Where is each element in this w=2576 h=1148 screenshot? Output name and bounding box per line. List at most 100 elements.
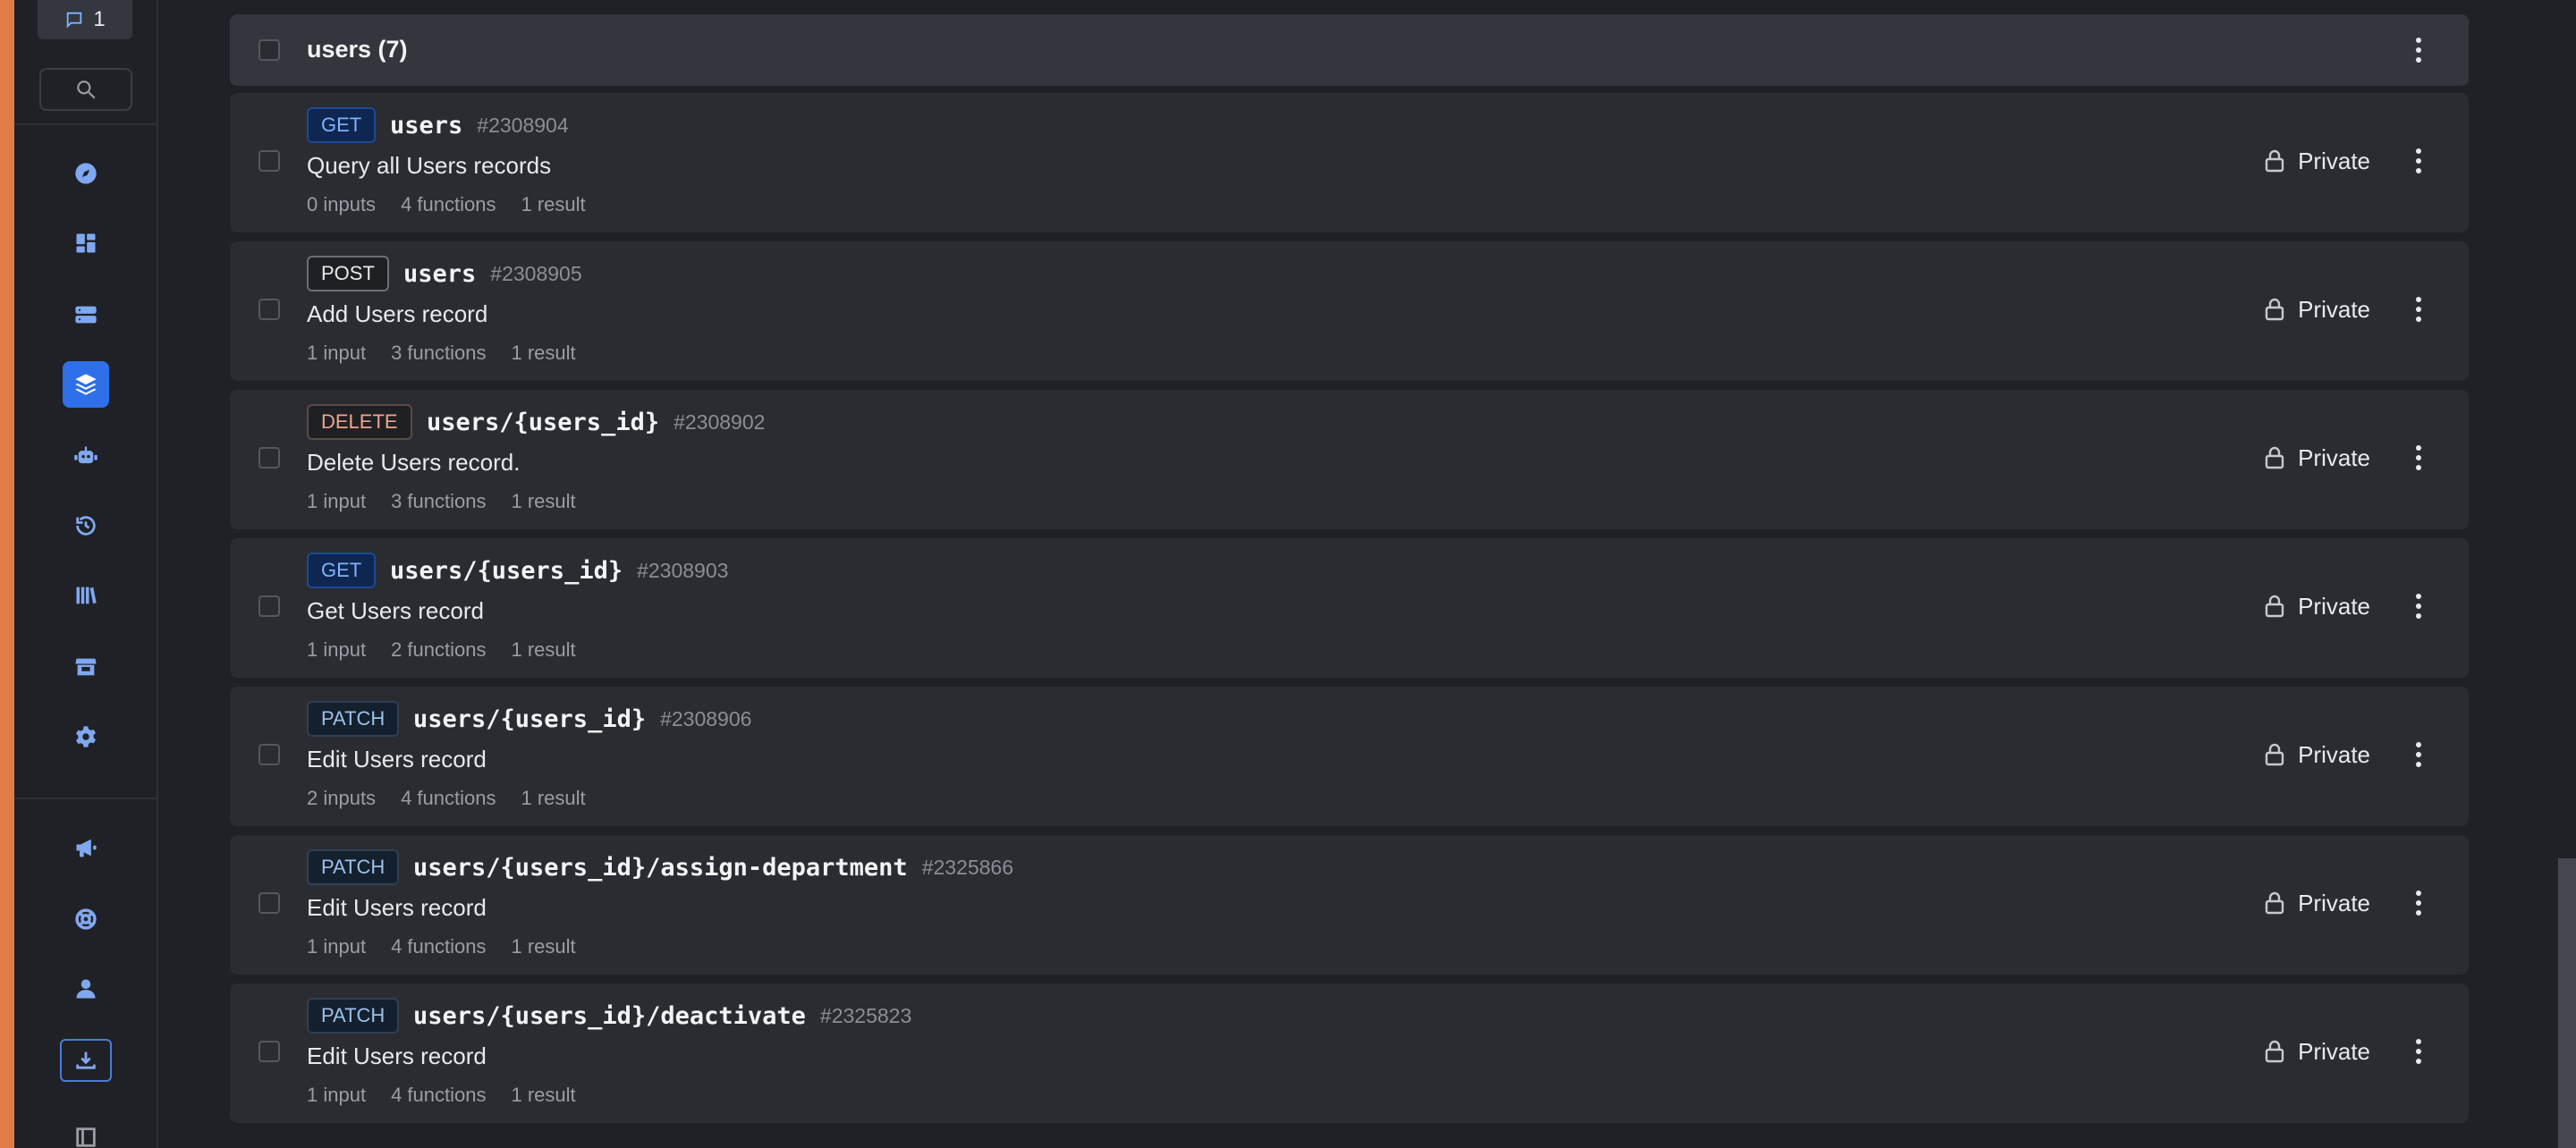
results-count: 1 result <box>511 342 576 364</box>
more-vertical-icon <box>2416 742 2421 767</box>
nav-download[interactable] <box>60 1039 112 1082</box>
row-more-button[interactable] <box>2401 143 2436 179</box>
row-more-button[interactable] <box>2401 1034 2436 1069</box>
more-vertical-icon <box>2416 1039 2421 1064</box>
row-more-button[interactable] <box>2401 440 2436 476</box>
method-badge: POST <box>307 256 389 291</box>
row-checkbox[interactable] <box>258 744 280 765</box>
privacy-status[interactable]: Private <box>2264 737 2370 772</box>
sidebar: 1 <box>14 0 158 1148</box>
row-checkbox[interactable] <box>258 299 280 320</box>
endpoint-path[interactable]: users/{users_id}/deactivate #2325823 <box>413 998 911 1034</box>
robot-icon <box>74 446 97 464</box>
privacy-status[interactable]: Private <box>2264 1034 2370 1069</box>
functions-count: 4 functions <box>401 193 496 215</box>
row-checkbox[interactable] <box>258 150 280 172</box>
endpoint-path[interactable]: users/{users_id}/assign-department #2325… <box>413 849 1013 885</box>
nav-marketplace[interactable] <box>63 644 109 690</box>
endpoint-path-text: users/{users_id} <box>390 556 623 585</box>
row-checkbox[interactable] <box>258 447 280 468</box>
inputs-count: 1 input <box>307 638 367 661</box>
endpoint-description: Add Users record <box>307 300 488 327</box>
nav-dashboard[interactable] <box>63 220 109 266</box>
method-badge: PATCH <box>307 701 400 737</box>
inputs-count: 1 input <box>307 935 367 958</box>
row-more-button[interactable] <box>2401 885 2436 921</box>
row-checkbox[interactable] <box>258 595 280 617</box>
row-more-button[interactable] <box>2401 291 2436 327</box>
endpoint-list: users (7) GET users #2308904 Query all U… <box>230 0 2469 1148</box>
endpoint-path-text: users <box>390 111 463 139</box>
endpoint-row[interactable]: DELETE users/{users_id} #2308902 Delete … <box>230 390 2469 529</box>
search-icon <box>77 80 96 99</box>
nav-database[interactable] <box>63 291 109 338</box>
endpoint-row[interactable]: POST users #2308905 Add Users record 1 i… <box>230 241 2469 381</box>
select-all-checkbox[interactable] <box>258 39 280 61</box>
privacy-status[interactable]: Private <box>2264 440 2370 476</box>
endpoint-id: #2325823 <box>819 1003 912 1027</box>
endpoint-path[interactable]: users/{users_id} #2308902 <box>427 404 765 440</box>
endpoint-row[interactable]: PATCH users/{users_id}/deactivate #23258… <box>230 983 2469 1123</box>
privacy-label: Private <box>2298 592 2370 620</box>
row-more-button[interactable] <box>2401 588 2436 624</box>
settings-icon <box>76 726 96 747</box>
user-icon <box>76 979 96 999</box>
method-badge: DELETE <box>307 404 412 440</box>
marketplace-icon <box>75 658 97 676</box>
compass-icon <box>75 163 97 184</box>
endpoint-meta: 1 input 4 functions 1 result <box>307 1084 576 1107</box>
dashboard-icon <box>76 233 96 253</box>
lock-icon <box>2265 595 2284 618</box>
inputs-count: 1 input <box>307 490 367 512</box>
more-vertical-icon <box>2416 594 2421 619</box>
endpoint-path[interactable]: users/{users_id} #2308903 <box>390 553 728 588</box>
privacy-label: Private <box>2298 740 2370 768</box>
endpoint-meta: 1 input 4 functions 1 result <box>307 935 576 958</box>
nav-api-layers[interactable] <box>63 361 109 408</box>
endpoint-description: Edit Users record <box>307 894 487 921</box>
endpoint-path[interactable]: users #2308904 <box>390 107 569 143</box>
functions-count: 4 functions <box>391 1084 487 1106</box>
functions-count: 4 functions <box>401 787 496 809</box>
more-vertical-icon <box>2416 38 2421 63</box>
comment-count: 1 <box>93 7 106 31</box>
comments-button[interactable]: 1 <box>38 0 132 39</box>
privacy-status[interactable]: Private <box>2264 143 2370 179</box>
scrollbar[interactable] <box>2558 0 2576 1148</box>
row-checkbox[interactable] <box>258 892 280 914</box>
method-badge: PATCH <box>307 998 400 1034</box>
nav-history[interactable] <box>63 502 109 549</box>
lock-icon <box>2265 743 2284 766</box>
results-count: 1 result <box>521 787 586 809</box>
nav-support[interactable] <box>63 896 109 942</box>
lock-icon <box>2265 149 2284 173</box>
nav-docs[interactable] <box>63 1114 109 1148</box>
privacy-status[interactable]: Private <box>2264 885 2370 921</box>
row-more-button[interactable] <box>2401 737 2436 772</box>
nav-library[interactable] <box>63 572 109 619</box>
group-title: users (7) <box>307 36 408 63</box>
privacy-status[interactable]: Private <box>2264 588 2370 624</box>
endpoint-row[interactable]: PATCH users/{users_id} #2308906 Edit Use… <box>230 687 2469 826</box>
functions-count: 4 functions <box>391 935 487 958</box>
endpoint-path[interactable]: users #2308905 <box>403 256 582 291</box>
nav-profile[interactable] <box>63 966 109 1012</box>
group-more-button[interactable] <box>2401 32 2436 68</box>
nav-compass[interactable] <box>63 150 109 197</box>
functions-count: 2 functions <box>391 638 487 661</box>
endpoint-row[interactable]: PATCH users/{users_id}/assign-department… <box>230 835 2469 975</box>
scrollbar-thumb[interactable] <box>2558 858 2576 1148</box>
privacy-label: Private <box>2298 443 2370 471</box>
search-button[interactable] <box>39 68 132 111</box>
endpoint-row[interactable]: GET users #2308904 Query all Users recor… <box>230 93 2469 232</box>
privacy-label: Private <box>2298 147 2370 174</box>
nav-settings[interactable] <box>63 713 109 760</box>
nav-agents[interactable] <box>63 433 109 479</box>
privacy-status[interactable]: Private <box>2264 291 2370 327</box>
privacy-label: Private <box>2298 889 2370 916</box>
row-checkbox[interactable] <box>258 1041 280 1062</box>
endpoint-path[interactable]: users/{users_id} #2308906 <box>413 701 751 737</box>
endpoint-path-text: users/{users_id} <box>427 408 660 436</box>
endpoint-row[interactable]: GET users/{users_id} #2308903 Get Users … <box>230 538 2469 678</box>
nav-announcements[interactable] <box>63 824 109 871</box>
